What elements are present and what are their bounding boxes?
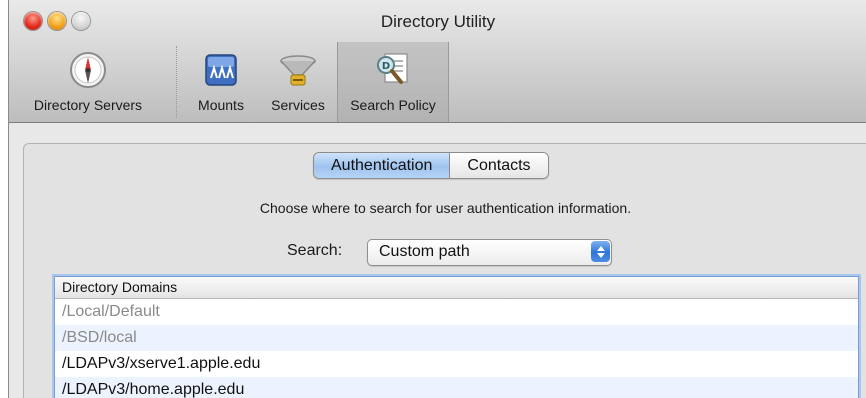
toolbar-item-services[interactable]: Services (259, 42, 337, 122)
tab-contacts[interactable]: Contacts (450, 153, 548, 178)
toolbar-item-directory-servers[interactable]: Directory Servers (13, 42, 163, 122)
search-path-popup[interactable]: Custom path (367, 239, 612, 266)
popup-arrows-icon (591, 241, 610, 262)
toolbar-separator (176, 46, 177, 118)
mounts-icon (197, 46, 245, 94)
toolbar: Directory Servers Mounts Services D Sear… (9, 42, 866, 122)
toolbar-label-services: Services (271, 97, 325, 113)
instructions-text: Choose where to search for user authenti… (259, 200, 632, 216)
content-area: Authentication Contacts Choose where to … (9, 123, 866, 398)
list-item[interactable]: /LDAPv3/xserve1.apple.edu (55, 351, 858, 377)
list-item[interactable]: /BSD/local (55, 325, 858, 351)
compass-icon (64, 46, 112, 94)
window-toolbar-area: Directory Utility Directory Servers Moun… (9, 0, 866, 123)
directory-domains-list[interactable]: Directory Domains /Local/Default /BSD/lo… (54, 276, 859, 398)
column-header-directory-domains[interactable]: Directory Domains (55, 277, 858, 299)
toolbar-item-mounts[interactable]: Mounts (185, 42, 257, 122)
toolbar-label-search-policy: Search Policy (350, 97, 436, 113)
search-label: Search: (287, 242, 343, 259)
search-policy-pane: Authentication Contacts Choose where to … (23, 143, 866, 398)
list-item[interactable]: /LDAPv3/home.apple.edu (55, 377, 858, 398)
toolbar-label-directory-servers: Directory Servers (33, 97, 143, 113)
window-title: Directory Utility (380, 12, 496, 31)
search-path-value: Custom path (379, 243, 470, 260)
list-item[interactable]: /Local/Default (55, 299, 858, 325)
directory-utility-window: Directory Utility Directory Servers Moun… (8, 0, 866, 398)
toolbar-item-search-policy[interactable]: D Search Policy (337, 42, 449, 122)
tab-authentication[interactable]: Authentication (314, 153, 451, 178)
svg-text:D: D (382, 61, 390, 72)
toolbar-label-mounts: Mounts (198, 97, 244, 113)
services-icon (274, 46, 322, 94)
tab-selector: Authentication Contacts (313, 152, 549, 179)
search-policy-icon: D (369, 46, 417, 94)
